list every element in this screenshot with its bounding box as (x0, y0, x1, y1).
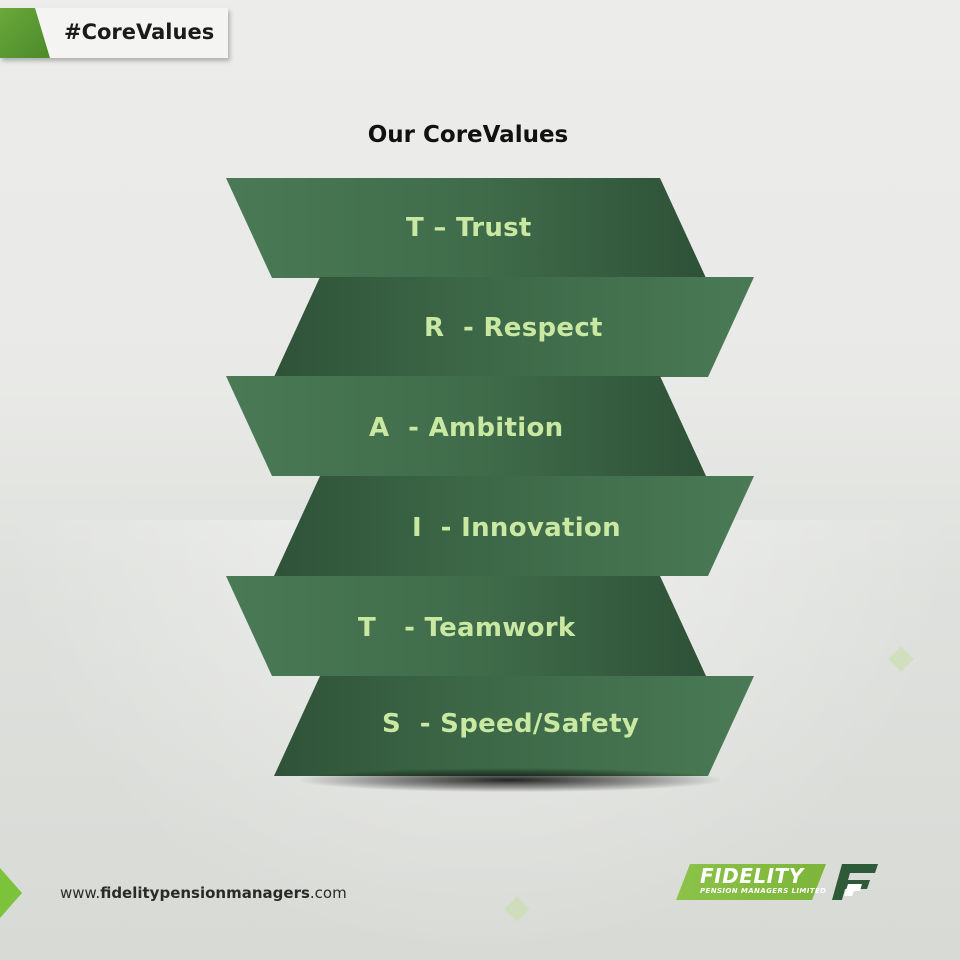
url-prefix: www. (60, 884, 101, 902)
logo-tagline: PENSION MANAGERS LIMITED (700, 887, 827, 895)
hashtag-tab: #CoreValues (0, 8, 228, 58)
value-band-respect: R - Respect (274, 277, 754, 377)
tag-accent-stripe (0, 8, 50, 58)
value-band-innovation: I - Innovation (274, 476, 754, 576)
stack-shadow (300, 768, 720, 792)
value-band-teamwork: T - Teamwork (226, 576, 706, 676)
value-label: T – Trust (406, 213, 532, 243)
value-label: R - Respect (424, 313, 603, 343)
value-band-trust: T – Trust (226, 178, 706, 278)
page-title: Our CoreValues (367, 122, 569, 148)
url-domain: fidelitypensionmanagers (100, 884, 310, 902)
url-suffix: .com (309, 884, 347, 902)
hashtag-text: #CoreValues (64, 20, 215, 44)
value-label: S - Speed/Safety (382, 709, 640, 739)
value-label: I - Innovation (412, 513, 621, 543)
value-label: T - Teamwork (358, 613, 576, 643)
value-band-ambition: A - Ambition (226, 376, 706, 476)
fidelity-f-logo-icon (832, 864, 878, 900)
website-url[interactable]: www.fidelitypensionmanagers.com (60, 884, 347, 902)
logo-name: FIDELITY (700, 864, 804, 888)
value-band-speed-safety: S - Speed/Safety (274, 676, 754, 776)
value-label: A - Ambition (369, 413, 564, 443)
